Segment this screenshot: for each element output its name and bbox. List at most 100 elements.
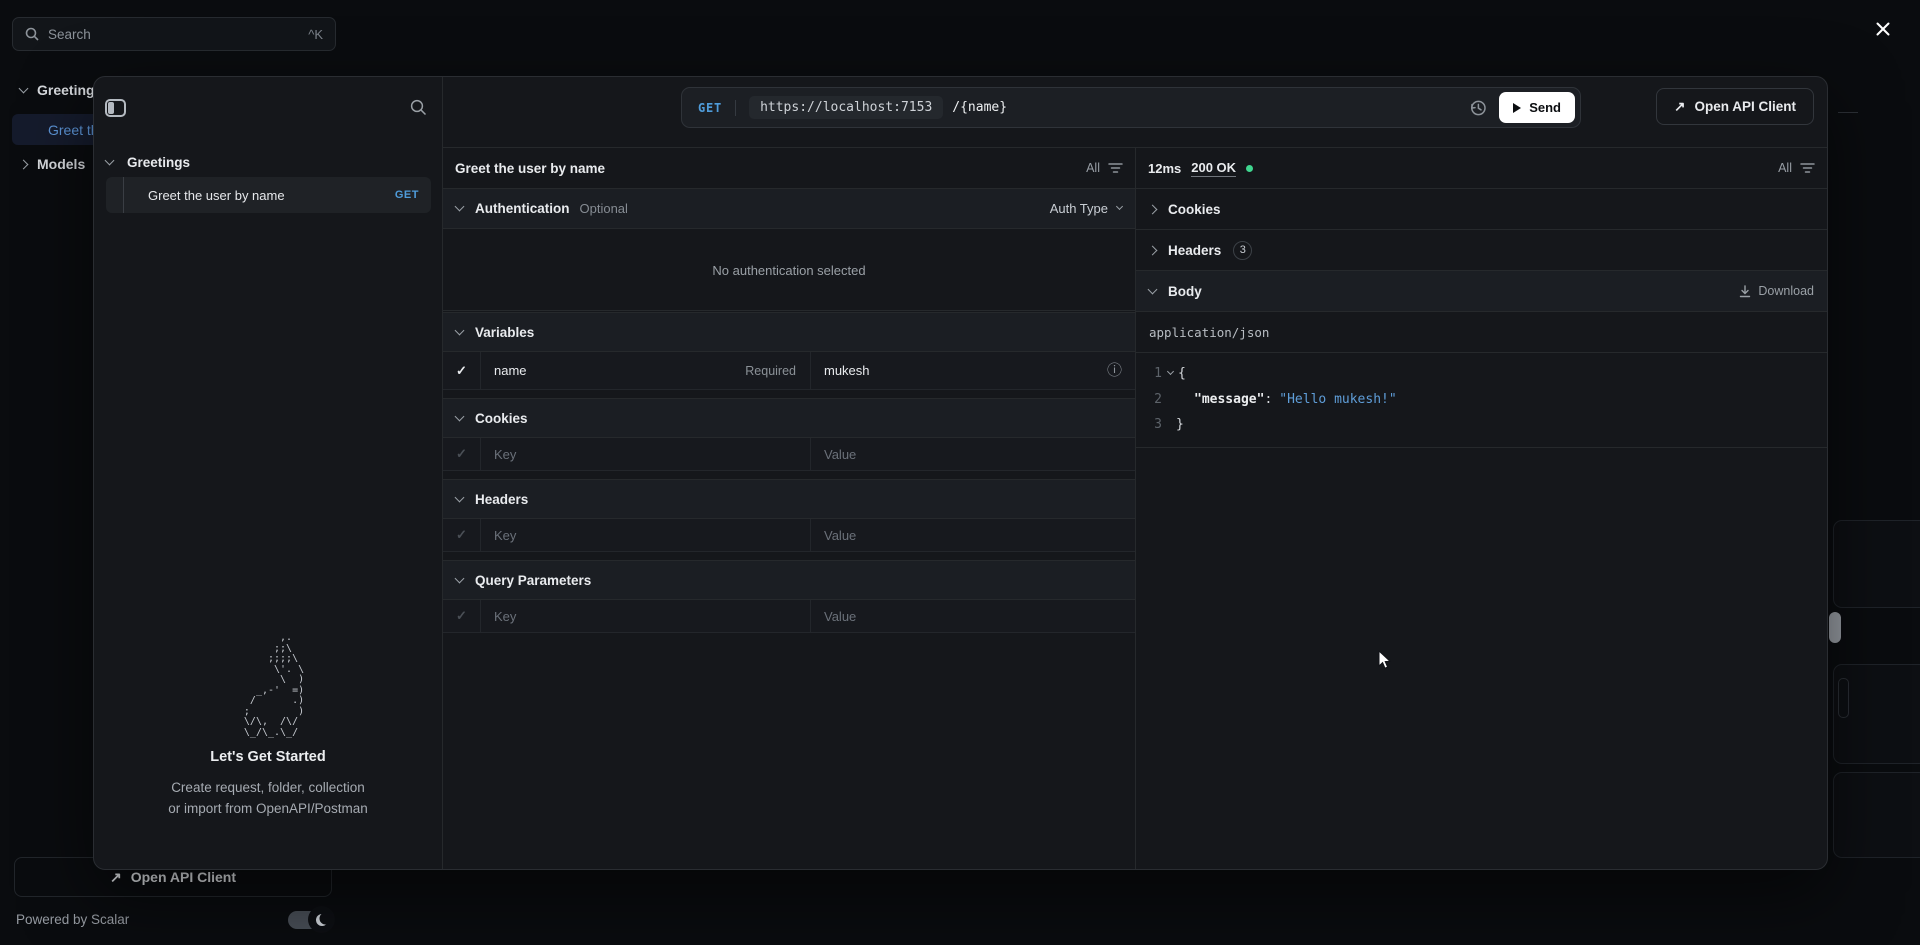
search-icon: [25, 27, 39, 41]
section-headers[interactable]: Headers: [443, 479, 1135, 519]
send-button[interactable]: Send: [1499, 92, 1575, 123]
response-status-code[interactable]: 200 OK: [1191, 160, 1236, 177]
divider: [735, 100, 736, 116]
get-started-description: Create request, folder, collection or im…: [94, 777, 442, 819]
section-label: Query Parameters: [475, 573, 591, 588]
request-filter-button[interactable]: All: [1086, 161, 1123, 175]
value-placeholder: Value: [824, 528, 856, 543]
bg-divider: [1838, 112, 1858, 113]
sidebar-search-button[interactable]: [410, 99, 427, 116]
response-section-body[interactable]: Body Download: [1136, 271, 1827, 312]
bg-nav-group-models[interactable]: Models: [20, 156, 85, 172]
response-status: 12ms 200 OK: [1148, 160, 1253, 177]
auth-type-dropdown[interactable]: Auth Type: [1050, 201, 1122, 216]
external-link-icon: ↗: [1674, 99, 1685, 115]
json-punctuation: :: [1264, 392, 1272, 407]
client-topbar: GET https://localhost:7153 /{name} Send …: [443, 77, 1827, 148]
chevron-down-icon: [105, 155, 115, 165]
content-type-label: application/json: [1136, 312, 1827, 353]
chevron-down-icon: [455, 492, 465, 502]
header-value-cell[interactable]: Value: [811, 519, 1135, 551]
cookie-value-cell[interactable]: Value: [811, 438, 1135, 470]
download-label: Download: [1758, 284, 1814, 298]
status-dot: [1246, 165, 1253, 172]
close-icon: [1875, 21, 1891, 37]
bg-open-api-client-label: Open API Client: [131, 869, 236, 885]
json-string-value: "Hello mukesh!": [1279, 392, 1396, 407]
method-badge-get: GET: [698, 101, 722, 115]
search-icon: [410, 99, 427, 116]
history-button[interactable]: [1469, 99, 1487, 117]
filter-icon: [1800, 162, 1815, 174]
header-row-empty: ✓ Key Value: [443, 519, 1135, 552]
section-label: Headers: [1168, 243, 1221, 258]
fold-toggle[interactable]: [1162, 373, 1178, 374]
chevron-right-icon: [1148, 204, 1158, 214]
dark-mode-toggle-knob[interactable]: [308, 906, 335, 933]
info-icon[interactable]: ⓘ: [1107, 363, 1122, 378]
value-placeholder: Value: [824, 447, 856, 462]
value-placeholder: Value: [824, 609, 856, 624]
code-line: 3 }: [1148, 412, 1827, 438]
chevron-down-icon: [455, 411, 465, 421]
filter-label: All: [1086, 161, 1100, 175]
chevron-down-icon: [455, 202, 465, 212]
row-enabled-checkbox[interactable]: ✓: [443, 600, 481, 632]
address-bar[interactable]: GET https://localhost:7153 /{name} Send: [681, 87, 1581, 128]
method-badge-get: GET: [395, 189, 419, 201]
response-body-code[interactable]: 1 { 2 "message":"Hello mukesh!" 3 }: [1136, 353, 1827, 438]
header-key-cell[interactable]: Key: [481, 519, 811, 551]
query-key-cell[interactable]: Key: [481, 600, 811, 632]
chevron-down-icon: [455, 573, 465, 583]
code-text: {: [1178, 361, 1186, 387]
close-modal-button[interactable]: [1872, 18, 1894, 40]
section-variables[interactable]: Variables: [443, 312, 1135, 352]
response-filter-button[interactable]: All: [1778, 161, 1815, 175]
query-value-cell[interactable]: Value: [811, 600, 1135, 632]
search-input[interactable]: Search ^K: [12, 17, 336, 51]
base-url-chip[interactable]: https://localhost:7153: [749, 96, 943, 119]
response-time: 12ms: [1148, 161, 1181, 176]
open-api-client-label: Open API Client: [1694, 99, 1796, 114]
section-label: Cookies: [1168, 202, 1221, 217]
send-label: Send: [1529, 100, 1561, 115]
variable-value-cell[interactable]: mukesh ⓘ: [811, 352, 1135, 389]
section-authentication[interactable]: Authentication Optional Auth Type: [443, 189, 1135, 229]
response-panel: 12ms 200 OK All Cookies Headers 3 Body: [1136, 148, 1827, 869]
row-enabled-checkbox[interactable]: ✓: [443, 519, 481, 551]
row-enabled-checkbox[interactable]: ✓: [443, 438, 481, 470]
response-section-cookies[interactable]: Cookies: [1136, 189, 1827, 230]
line-number: 1: [1148, 361, 1162, 387]
open-api-client-button[interactable]: ↗ Open API Client: [1656, 88, 1814, 125]
download-button[interactable]: Download: [1739, 284, 1814, 298]
section-label: Variables: [475, 325, 534, 340]
section-cookies[interactable]: Cookies: [443, 398, 1135, 438]
page-scrollbar-thumb[interactable]: [1829, 612, 1841, 643]
sidebar-item-greet-the-user-by-name[interactable]: Greet the user by name GET: [106, 177, 431, 213]
variable-key-cell[interactable]: name Required: [481, 352, 811, 389]
moon-icon: [316, 914, 328, 926]
section-query-parameters[interactable]: Query Parameters: [443, 560, 1135, 600]
response-section-headers[interactable]: Headers 3: [1136, 230, 1827, 271]
bg-nav-group-greetings[interactable]: Greetings: [20, 82, 102, 98]
request-title: Greet the user by name: [455, 161, 605, 176]
row-enabled-checkbox[interactable]: ✓: [443, 352, 481, 389]
bg-card-partial: [1838, 678, 1849, 718]
chevron-right-icon: [1148, 245, 1158, 255]
query-param-row-empty: ✓ Key Value: [443, 600, 1135, 633]
optional-badge: Optional: [580, 201, 628, 216]
sidebar-group-greetings[interactable]: Greetings: [106, 151, 190, 173]
chevron-down-icon: [1166, 368, 1173, 375]
auth-empty-state: No authentication selected: [443, 231, 1135, 311]
key-placeholder: Key: [494, 528, 516, 543]
key-placeholder: Key: [494, 609, 516, 624]
section-label: Cookies: [475, 411, 528, 426]
mouse-cursor: [1377, 650, 1395, 670]
bg-card-partial: [1833, 772, 1920, 858]
cookie-key-cell[interactable]: Key: [481, 438, 811, 470]
path-segment[interactable]: /{name}: [952, 100, 1007, 115]
checkmark-icon: ✓: [456, 527, 467, 543]
line-number: 2: [1148, 387, 1162, 413]
powered-by-scalar-link[interactable]: Powered by Scalar: [16, 912, 129, 927]
sidebar-toggle-icon[interactable]: [105, 99, 126, 117]
